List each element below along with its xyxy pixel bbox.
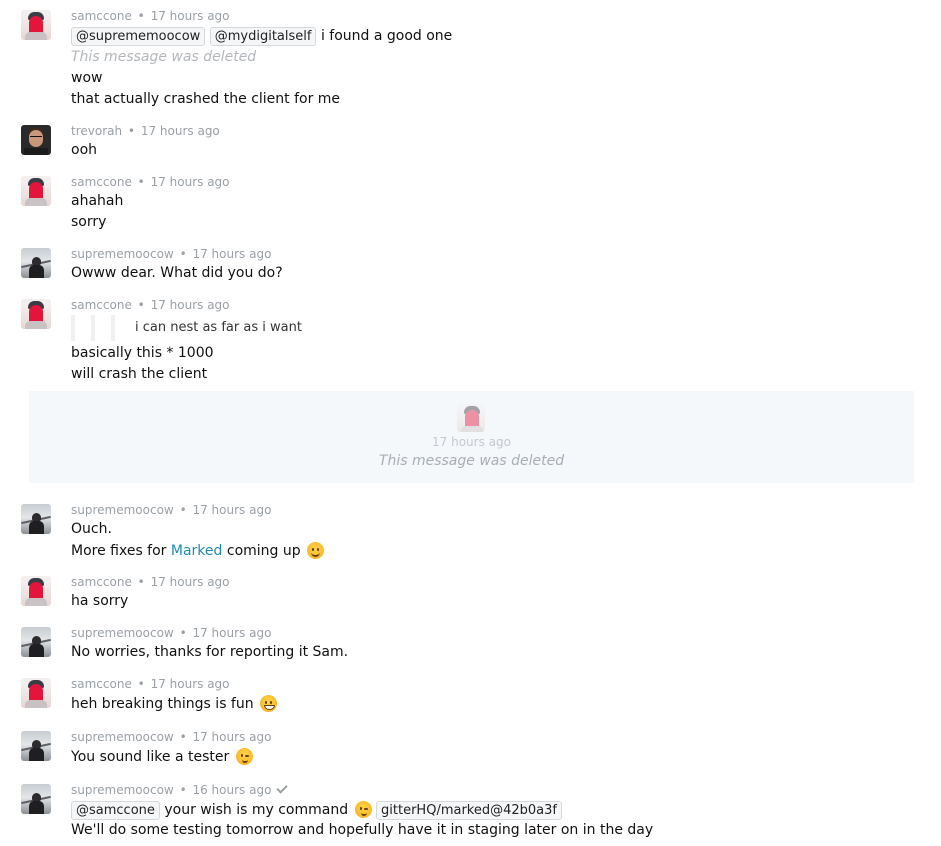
message-text: basically this * 1000 — [71, 345, 214, 361]
message-text-span: i found a good one — [320, 28, 453, 44]
separator: • — [179, 503, 187, 517]
mention[interactable]: @samccone — [71, 801, 160, 820]
timestamp[interactable]: 17 hours ago — [151, 677, 230, 691]
timestamp[interactable]: 17 hours ago — [192, 503, 271, 517]
message-text-span: You sound like a tester — [71, 749, 230, 765]
avatar[interactable] — [21, 784, 51, 814]
avatar[interactable] — [21, 125, 51, 155]
message-meta: samccone • 17 hours ago — [71, 9, 230, 23]
read-check-icon — [276, 782, 289, 794]
separator: • — [137, 575, 145, 589]
separator: • — [137, 298, 145, 312]
message-meta: samccone • 17 hours ago — [71, 575, 230, 589]
mention[interactable]: @suprememoocow — [71, 27, 206, 46]
avatar[interactable] — [21, 627, 51, 657]
smile-emoji-icon — [307, 542, 325, 559]
avatar[interactable] — [21, 299, 51, 329]
deleted-message-block: 17 hours ago This message was deleted — [29, 391, 914, 483]
avatar[interactable] — [21, 678, 51, 708]
message-text-span: coming up — [226, 543, 301, 559]
message-text: We'll do some testing tomorrow and hopef… — [71, 822, 654, 838]
message-text: Ouch. — [71, 521, 112, 537]
avatar[interactable] — [21, 248, 51, 278]
message-meta: suprememoocow • 17 hours ago — [71, 247, 271, 261]
quote-bar — [91, 315, 95, 341]
separator: • — [179, 247, 187, 261]
avatar[interactable] — [21, 176, 51, 206]
message-text: No worries, thanks for reporting it Sam. — [71, 644, 349, 660]
wink-emoji-icon — [235, 748, 253, 765]
message-text: You sound like a tester — [71, 748, 253, 765]
message-text-span: More fixes for — [71, 543, 167, 559]
quote-bar — [111, 315, 115, 341]
avatar[interactable] — [457, 404, 485, 432]
separator: • — [137, 175, 145, 189]
message-text: wow — [71, 70, 103, 86]
message-text: @samccone your wish is my command gitter… — [71, 801, 562, 820]
timestamp[interactable]: 17 hours ago — [151, 298, 230, 312]
timestamp[interactable]: 16 hours ago — [192, 783, 271, 797]
message-text: heh breaking things is fun — [71, 695, 278, 712]
username[interactable]: suprememoocow — [71, 783, 174, 797]
message-text: will crash the client — [71, 366, 208, 382]
nested-blockquote: i can nest as far as i want — [71, 315, 371, 341]
message-meta: suprememoocow • 16 hours ago — [71, 782, 289, 797]
avatar[interactable] — [21, 576, 51, 606]
deleted-message: This message was deleted — [378, 453, 565, 469]
commit-reference[interactable]: gitterHQ/marked@42b0a3f — [376, 801, 562, 820]
separator: • — [179, 730, 187, 744]
message-text: @suprememoocow @mydigitalself i found a … — [71, 27, 452, 46]
message-text: Owww dear. What did you do? — [71, 265, 283, 281]
mention[interactable]: @mydigitalself — [209, 27, 317, 46]
avatar[interactable] — [21, 10, 51, 40]
username[interactable]: suprememoocow — [71, 503, 174, 517]
username[interactable]: suprememoocow — [71, 247, 174, 261]
quote-bar — [71, 315, 75, 341]
deleted-message: This message was deleted — [71, 49, 257, 65]
timestamp[interactable]: 17 hours ago — [151, 175, 230, 189]
username[interactable]: samccone — [71, 9, 132, 23]
timestamp[interactable]: 17 hours ago — [29, 435, 914, 449]
separator: • — [137, 677, 145, 691]
username[interactable]: trevorah — [71, 124, 122, 138]
timestamp[interactable]: 17 hours ago — [192, 730, 271, 744]
message-meta: samccone • 17 hours ago — [71, 298, 230, 312]
quote-text: i can nest as far as i want — [135, 320, 302, 335]
message-meta: trevorah • 17 hours ago — [71, 124, 220, 138]
message-text: ooh — [71, 142, 98, 158]
separator: • — [179, 783, 187, 797]
username[interactable]: suprememoocow — [71, 626, 174, 640]
message-text: sorry — [71, 214, 107, 230]
timestamp[interactable]: 17 hours ago — [151, 9, 230, 23]
username[interactable]: samccone — [71, 677, 132, 691]
timestamp[interactable]: 17 hours ago — [192, 626, 271, 640]
message-text: ahahah — [71, 193, 124, 209]
wink-emoji-icon — [354, 801, 372, 818]
message-text: More fixes for Marked coming up — [71, 542, 325, 559]
separator: • — [179, 626, 187, 640]
message-text: that actually crashed the client for me — [71, 91, 341, 107]
timestamp[interactable]: 17 hours ago — [192, 247, 271, 261]
marked-link[interactable]: Marked — [171, 543, 223, 559]
username[interactable]: samccone — [71, 298, 132, 312]
message-text-span: your wish is my command — [164, 802, 349, 818]
message-text: ha sorry — [71, 593, 129, 609]
message-meta: samccone • 17 hours ago — [71, 677, 230, 691]
message-text-span: heh breaking things is fun — [71, 696, 254, 712]
separator: • — [137, 9, 145, 23]
separator: • — [127, 124, 135, 138]
message-meta: suprememoocow • 17 hours ago — [71, 626, 271, 640]
timestamp[interactable]: 17 hours ago — [151, 575, 230, 589]
username[interactable]: samccone — [71, 575, 132, 589]
timestamp[interactable]: 17 hours ago — [141, 124, 220, 138]
username[interactable]: suprememoocow — [71, 730, 174, 744]
message-meta: suprememoocow • 17 hours ago — [71, 730, 271, 744]
avatar[interactable] — [21, 504, 51, 534]
username[interactable]: samccone — [71, 175, 132, 189]
message-meta: suprememoocow • 17 hours ago — [71, 503, 271, 517]
grin-emoji-icon — [260, 695, 278, 712]
message-meta: samccone • 17 hours ago — [71, 175, 230, 189]
avatar[interactable] — [21, 731, 51, 761]
